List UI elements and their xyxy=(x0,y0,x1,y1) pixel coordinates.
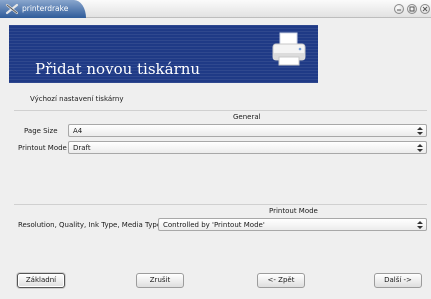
separator xyxy=(14,204,427,205)
title-tab: printerdrake xyxy=(0,0,86,18)
updown-arrow-icon xyxy=(417,144,423,152)
section-title-general: General xyxy=(233,113,261,121)
resolution-value: Controlled by 'Printout Mode' xyxy=(163,221,265,229)
separator xyxy=(14,110,427,111)
printout-mode-select[interactable]: Draft xyxy=(68,141,427,154)
resolution-select[interactable]: Controlled by 'Printout Mode' xyxy=(158,218,427,231)
window-titlebar[interactable]: printerdrake xyxy=(0,0,431,18)
page-subtitle: Výchozí nastavení tiskárny xyxy=(30,95,124,103)
page-size-value: A4 xyxy=(73,127,83,135)
minimize-icon xyxy=(397,9,401,11)
updown-arrow-icon xyxy=(417,127,423,135)
basic-button[interactable]: Základní xyxy=(17,273,65,288)
back-button[interactable]: <- Zpět xyxy=(257,273,305,288)
printer-icon xyxy=(272,32,306,66)
printout-mode-label: Printout Mode xyxy=(18,144,67,152)
maximize-button[interactable] xyxy=(407,4,417,14)
page-size-label: Page Size xyxy=(24,127,58,135)
maximize-icon xyxy=(409,6,415,12)
banner-title: Přidat novou tiskárnu xyxy=(35,60,201,78)
minimize-button[interactable] xyxy=(394,4,404,14)
dialog-body: Přidat novou tiskárnu Výchozí nastavení … xyxy=(0,18,431,299)
next-button[interactable]: Další -> xyxy=(374,273,422,288)
printout-mode-value: Draft xyxy=(73,144,91,152)
cancel-button[interactable]: Zrušit xyxy=(136,273,184,288)
wizard-banner: Přidat novou tiskárnu xyxy=(9,25,318,83)
printerdrake-app-icon xyxy=(5,3,19,15)
window-title: printerdrake xyxy=(22,4,69,13)
resolution-label: Resolution, Quality, Ink Type, Media Typ… xyxy=(18,221,162,229)
updown-arrow-icon xyxy=(417,221,423,229)
close-icon xyxy=(422,6,428,12)
section-title-printout-mode: Printout Mode xyxy=(269,207,318,215)
page-size-select[interactable]: A4 xyxy=(68,124,427,137)
close-button[interactable] xyxy=(420,4,430,14)
